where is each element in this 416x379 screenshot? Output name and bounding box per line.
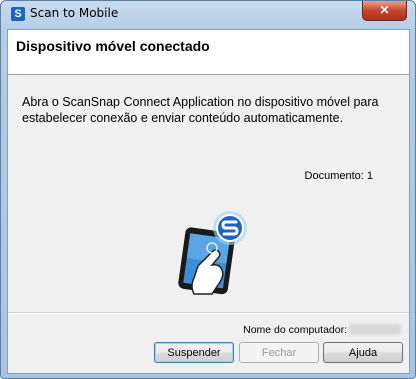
tablet-touch-icon <box>178 211 247 295</box>
computer-name-value-redacted <box>349 324 401 335</box>
page-title: Dispositivo móvel conectado <box>16 38 210 54</box>
title-bar[interactable]: S Scan to Mobile ✕ <box>1 1 415 29</box>
dialog-header: Dispositivo móvel conectado <box>8 30 409 75</box>
instruction-text: Abra o ScanSnap Connect Application no d… <box>22 95 379 125</box>
window-title: Scan to Mobile <box>30 6 119 20</box>
close-button[interactable]: Fechar <box>239 342 319 363</box>
computer-name-label: Nome do computador: <box>243 324 347 336</box>
dialog-client-area: Dispositivo móvel conectado Abra o ScanS… <box>7 29 410 374</box>
footer-divider <box>8 312 409 314</box>
scan-to-mobile-icon: S <box>11 7 25 21</box>
dialog-window: S Scan to Mobile ✕ Dispositivo móvel con… <box>0 0 416 379</box>
suspend-button[interactable]: Suspender <box>154 342 234 363</box>
document-count: Documento: 1 <box>304 170 373 182</box>
help-button[interactable]: Ajuda <box>323 342 403 363</box>
close-window-button[interactable]: ✕ <box>362 1 407 21</box>
